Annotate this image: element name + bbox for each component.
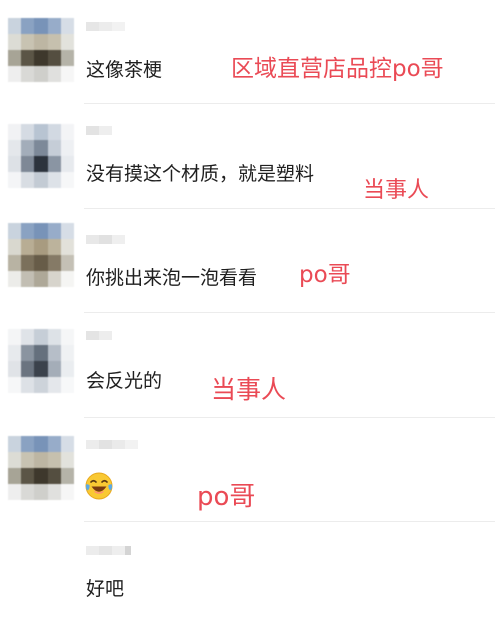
avatar[interactable]: [8, 436, 74, 500]
comment-item: 会反光的 当事人: [0, 313, 495, 418]
username-redacted[interactable]: [86, 331, 112, 349]
username-redacted[interactable]: [86, 546, 134, 564]
annotation-label: po哥: [197, 482, 256, 512]
annotation-label: 当事人: [211, 375, 287, 404]
comment-text: 这像茶梗: [86, 59, 163, 81]
comment-text: 会反光的: [86, 370, 163, 392]
comment-item: 这像茶梗 区域直营店品控po哥: [0, 0, 495, 104]
username-redacted[interactable]: [86, 126, 112, 144]
annotation-label: 区域直营店品控po哥: [231, 56, 444, 82]
avatar[interactable]: [8, 329, 74, 393]
comment-item: 你挑出来泡一泡看看 po哥: [0, 209, 495, 313]
comment-item: 没有摸这个材质，就是塑料 当事人: [0, 104, 495, 209]
avatar[interactable]: [8, 18, 74, 82]
annotation-label: 当事人: [363, 178, 430, 203]
avatar[interactable]: [8, 223, 74, 287]
username-redacted[interactable]: [86, 440, 138, 458]
comment-feed: 这像茶梗 区域直营店品控po哥 没有摸这个材质，就是塑料 当事人 你挑出来泡一泡…: [0, 0, 495, 618]
username-redacted[interactable]: [86, 22, 126, 40]
comment-text: 没有摸这个材质，就是塑料: [86, 163, 315, 185]
annotation-label: po哥: [299, 262, 351, 288]
comment-item: 好吧: [0, 522, 495, 618]
avatar[interactable]: [8, 124, 74, 188]
laughing-with-tears-emoji: [85, 472, 113, 500]
username-redacted[interactable]: [86, 235, 126, 253]
comment-text: 好吧: [86, 578, 125, 600]
comment-text: 你挑出来泡一泡看看: [86, 267, 258, 289]
comment-item: po哥: [0, 418, 495, 522]
